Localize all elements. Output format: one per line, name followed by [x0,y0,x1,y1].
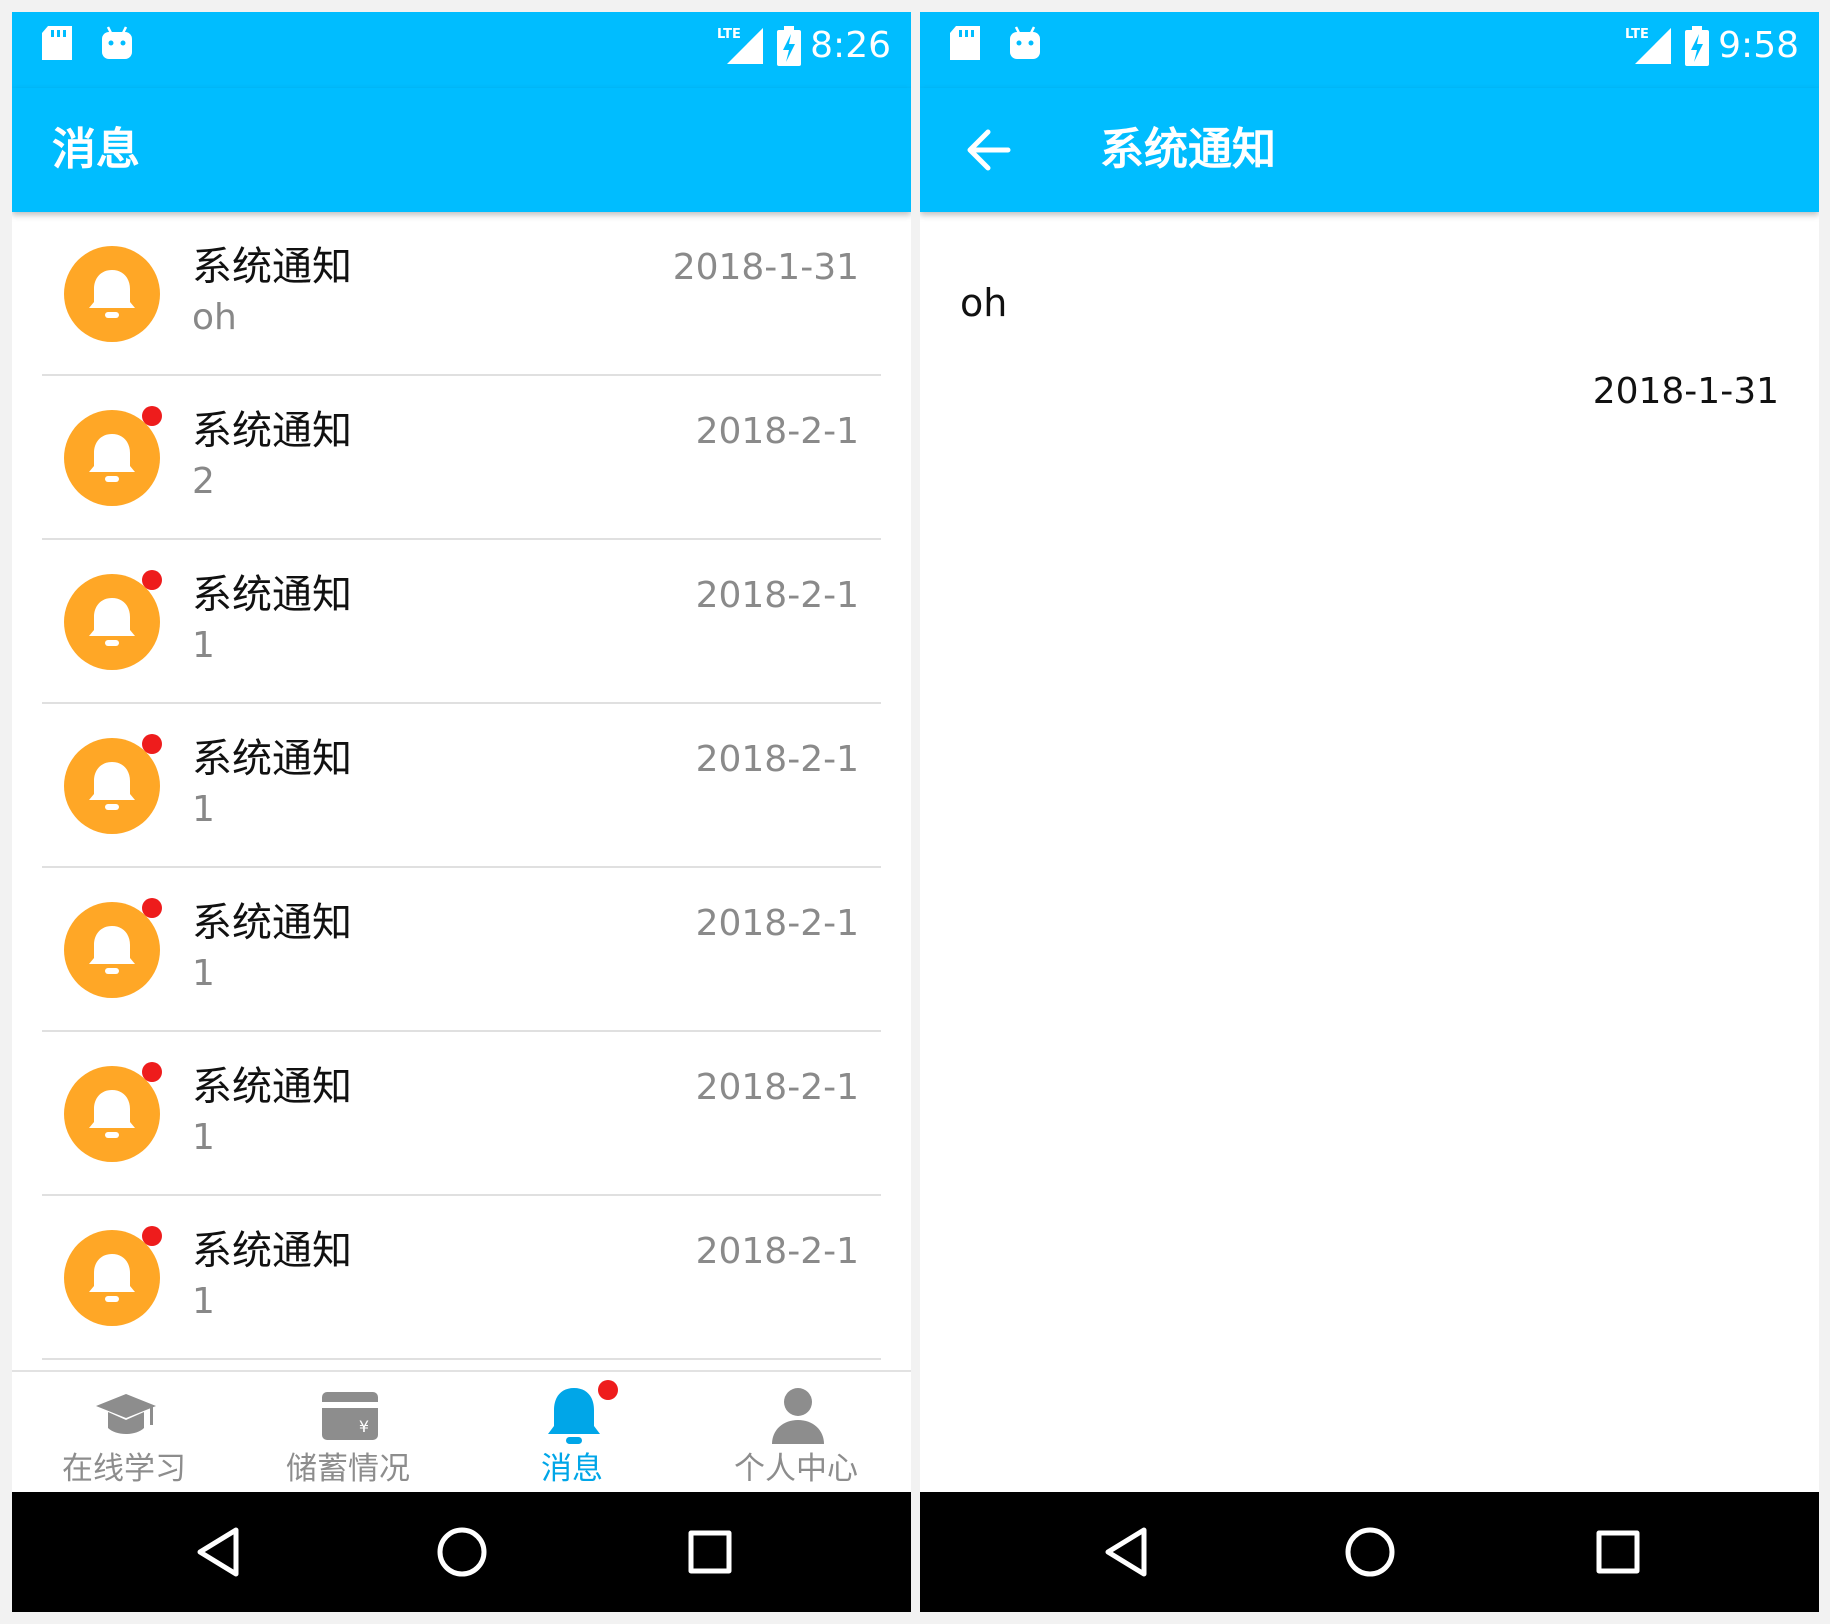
person-icon [772,1388,824,1444]
page-title: 消息 [52,124,140,175]
bell-icon [89,1090,135,1138]
unread-badge [142,1226,162,1246]
message-preview: 1 [192,789,215,830]
bell-icon [89,270,135,318]
message-title: 系统通知 [192,1064,352,1110]
bell-icon [89,598,135,646]
app-bar: 系统通知 [920,88,1819,212]
message-item[interactable]: 系统通知 1 2018-2-1 [12,1196,911,1360]
network-label: LTE [717,27,741,42]
messages-screen: LTE 8:26 消息 系统通知 oh 2018-1-31 系统通知 2 2018-2-1… [12,12,911,1612]
message-item[interactable]: 系统通知 1 2018-2-1 [12,1032,911,1196]
bell-icon [89,434,135,482]
message-title: 系统通知 [192,1228,352,1274]
tab-label: 个人中心 [734,1451,858,1487]
back-arrow-icon[interactable] [964,128,1012,172]
tab-label: 储蓄情况 [286,1451,410,1487]
message-preview: 1 [192,1117,215,1158]
lte-signal-icon: LTE [1625,27,1671,64]
message-date: 2018-2-1 [695,1067,859,1108]
nav-recents-icon[interactable] [1588,1522,1648,1582]
unread-badge [142,570,162,590]
system-nav-bar [920,1492,1819,1612]
tab-profile[interactable]: 个人中心 [684,1372,908,1494]
nav-back-icon[interactable] [1100,1522,1160,1582]
message-date: 2018-2-1 [695,1231,859,1272]
sd-card-icon [950,26,980,60]
wallet-yen-icon: ¥ [322,1392,378,1440]
notification-date: 2018-1-31 [1592,371,1779,412]
tab-online-learning[interactable]: 在线学习 [12,1372,236,1494]
message-date: 2018-2-1 [695,411,859,452]
message-title: 系统通知 [192,408,352,454]
message-title: 系统通知 [192,572,352,618]
message-preview: 1 [192,1281,215,1322]
bell-icon [89,762,135,810]
android-icon [102,26,132,59]
unread-badge [142,734,162,754]
system-nav-bar [12,1492,911,1612]
message-item[interactable]: 系统通知 1 2018-2-1 [12,704,911,868]
notification-detail-screen: LTE 9:58 系统通知 oh 2018-1-31 [920,12,1819,1612]
nav-home-icon[interactable] [432,1522,492,1582]
message-preview: 1 [192,953,215,994]
message-preview: 2 [192,461,215,502]
message-item[interactable]: 系统通知 1 2018-2-1 [12,868,911,1032]
unread-badge [142,406,162,426]
bell-icon [89,926,135,974]
tab-unread-badge [598,1380,618,1400]
message-item[interactable]: 系统通知 2 2018-2-1 [12,376,911,540]
status-time: 8:26 [810,25,891,66]
app-bar: 消息 [12,88,911,212]
nav-back-icon[interactable] [192,1522,252,1582]
message-title: 系统通知 [192,900,352,946]
unread-badge [142,898,162,918]
message-item[interactable]: 系统通知 oh 2018-1-31 [12,212,911,376]
bell-icon [89,1254,135,1302]
message-list: 系统通知 oh 2018-1-31 系统通知 2 2018-2-1 系统通知 1 2018-2-… [12,212,911,1360]
battery-charging-icon [777,26,801,66]
message-title: 系统通知 [192,736,352,782]
tab-savings[interactable]: ¥ 储蓄情况 [236,1372,460,1494]
network-label: LTE [1625,27,1649,42]
message-date: 2018-2-1 [695,575,859,616]
bottom-tab-bar: 在线学习 ¥ 储蓄情况 消息 个人中心 [12,1370,911,1494]
message-preview: 1 [192,625,215,666]
message-item[interactable]: 系统通知 1 2018-2-1 [12,540,911,704]
notification-avatar [64,246,160,342]
message-preview: oh [192,297,237,338]
android-icon [1010,26,1040,59]
graduation-cap-icon [96,1394,156,1434]
bell-icon [548,1388,600,1444]
tab-label: 消息 [541,1451,603,1487]
notification-content: oh [960,281,1008,325]
message-date: 2018-1-31 [672,247,859,288]
page-title: 系统通知 [1100,124,1276,175]
lte-signal-icon: LTE [717,27,763,64]
status-bar: LTE 9:58 [920,12,1819,88]
message-date: 2018-2-1 [695,903,859,944]
unread-badge [142,1062,162,1082]
nav-recents-icon[interactable] [680,1522,740,1582]
svg-text:¥: ¥ [359,1417,369,1436]
message-title: 系统通知 [192,244,352,290]
battery-charging-icon [1685,26,1709,66]
sd-card-icon [42,26,72,60]
nav-home-icon[interactable] [1340,1522,1400,1582]
tab-label: 在线学习 [62,1451,186,1487]
status-time: 9:58 [1718,25,1799,66]
tab-messages[interactable]: 消息 [460,1372,684,1494]
message-date: 2018-2-1 [695,739,859,780]
status-bar: LTE 8:26 [12,12,911,88]
